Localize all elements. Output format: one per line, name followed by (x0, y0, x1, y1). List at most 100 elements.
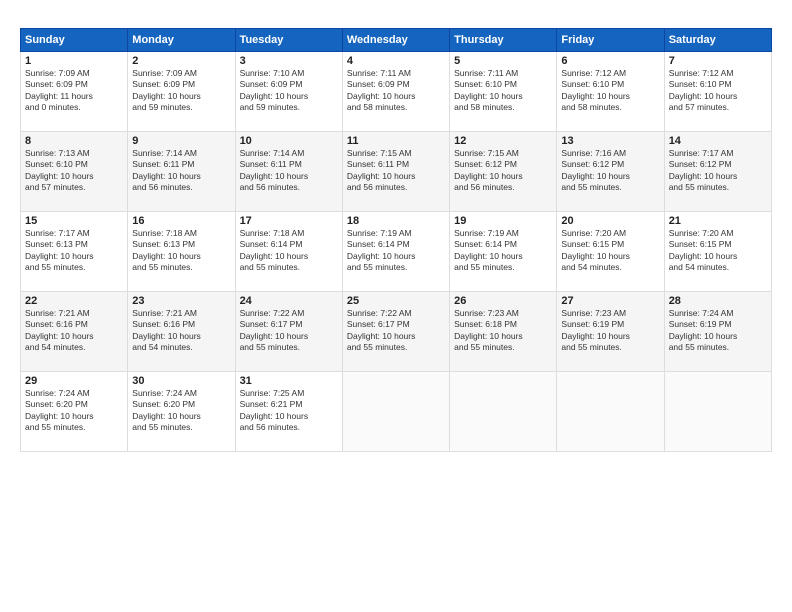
calendar-header-row: SundayMondayTuesdayWednesdayThursdayFrid… (21, 29, 772, 52)
calendar-cell: 13Sunrise: 7:16 AM Sunset: 6:12 PM Dayli… (557, 132, 664, 212)
day-info: Sunrise: 7:21 AM Sunset: 6:16 PM Dayligh… (132, 308, 230, 354)
calendar-cell (450, 372, 557, 452)
day-info: Sunrise: 7:13 AM Sunset: 6:10 PM Dayligh… (25, 148, 123, 194)
calendar-cell: 21Sunrise: 7:20 AM Sunset: 6:15 PM Dayli… (664, 212, 771, 292)
day-info: Sunrise: 7:21 AM Sunset: 6:16 PM Dayligh… (25, 308, 123, 354)
day-number: 16 (132, 215, 230, 227)
calendar-cell: 4Sunrise: 7:11 AM Sunset: 6:09 PM Daylig… (342, 52, 449, 132)
day-info: Sunrise: 7:17 AM Sunset: 6:12 PM Dayligh… (669, 148, 767, 194)
day-number: 21 (669, 215, 767, 227)
day-info: Sunrise: 7:14 AM Sunset: 6:11 PM Dayligh… (240, 148, 338, 194)
day-info: Sunrise: 7:11 AM Sunset: 6:10 PM Dayligh… (454, 68, 552, 114)
col-header-sunday: Sunday (21, 29, 128, 52)
calendar-cell (557, 372, 664, 452)
calendar-cell: 29Sunrise: 7:24 AM Sunset: 6:20 PM Dayli… (21, 372, 128, 452)
day-number: 25 (347, 295, 445, 307)
calendar-cell: 7Sunrise: 7:12 AM Sunset: 6:10 PM Daylig… (664, 52, 771, 132)
day-number: 26 (454, 295, 552, 307)
day-number: 29 (25, 375, 123, 387)
day-number: 19 (454, 215, 552, 227)
day-number: 28 (669, 295, 767, 307)
day-number: 30 (132, 375, 230, 387)
day-info: Sunrise: 7:22 AM Sunset: 6:17 PM Dayligh… (240, 308, 338, 354)
day-info: Sunrise: 7:23 AM Sunset: 6:18 PM Dayligh… (454, 308, 552, 354)
day-number: 17 (240, 215, 338, 227)
day-number: 27 (561, 295, 659, 307)
day-number: 6 (561, 55, 659, 67)
calendar-table: SundayMondayTuesdayWednesdayThursdayFrid… (20, 28, 772, 452)
calendar-cell: 25Sunrise: 7:22 AM Sunset: 6:17 PM Dayli… (342, 292, 449, 372)
calendar-cell: 11Sunrise: 7:15 AM Sunset: 6:11 PM Dayli… (342, 132, 449, 212)
day-info: Sunrise: 7:24 AM Sunset: 6:19 PM Dayligh… (669, 308, 767, 354)
day-info: Sunrise: 7:19 AM Sunset: 6:14 PM Dayligh… (347, 228, 445, 274)
calendar-cell: 6Sunrise: 7:12 AM Sunset: 6:10 PM Daylig… (557, 52, 664, 132)
day-info: Sunrise: 7:18 AM Sunset: 6:14 PM Dayligh… (240, 228, 338, 274)
calendar-cell: 12Sunrise: 7:15 AM Sunset: 6:12 PM Dayli… (450, 132, 557, 212)
day-info: Sunrise: 7:23 AM Sunset: 6:19 PM Dayligh… (561, 308, 659, 354)
day-number: 1 (25, 55, 123, 67)
calendar-cell: 16Sunrise: 7:18 AM Sunset: 6:13 PM Dayli… (128, 212, 235, 292)
calendar-cell: 18Sunrise: 7:19 AM Sunset: 6:14 PM Dayli… (342, 212, 449, 292)
day-info: Sunrise: 7:16 AM Sunset: 6:12 PM Dayligh… (561, 148, 659, 194)
calendar-cell: 8Sunrise: 7:13 AM Sunset: 6:10 PM Daylig… (21, 132, 128, 212)
day-number: 20 (561, 215, 659, 227)
day-number: 5 (454, 55, 552, 67)
day-number: 15 (25, 215, 123, 227)
calendar-cell (664, 372, 771, 452)
calendar-cell: 14Sunrise: 7:17 AM Sunset: 6:12 PM Dayli… (664, 132, 771, 212)
day-number: 4 (347, 55, 445, 67)
day-number: 12 (454, 135, 552, 147)
calendar-cell: 23Sunrise: 7:21 AM Sunset: 6:16 PM Dayli… (128, 292, 235, 372)
day-number: 3 (240, 55, 338, 67)
calendar-cell: 26Sunrise: 7:23 AM Sunset: 6:18 PM Dayli… (450, 292, 557, 372)
calendar-cell: 15Sunrise: 7:17 AM Sunset: 6:13 PM Dayli… (21, 212, 128, 292)
day-info: Sunrise: 7:24 AM Sunset: 6:20 PM Dayligh… (25, 388, 123, 434)
day-number: 7 (669, 55, 767, 67)
day-number: 2 (132, 55, 230, 67)
calendar-cell: 17Sunrise: 7:18 AM Sunset: 6:14 PM Dayli… (235, 212, 342, 292)
day-number: 23 (132, 295, 230, 307)
day-number: 11 (347, 135, 445, 147)
col-header-friday: Friday (557, 29, 664, 52)
calendar-week-5: 29Sunrise: 7:24 AM Sunset: 6:20 PM Dayli… (21, 372, 772, 452)
day-info: Sunrise: 7:11 AM Sunset: 6:09 PM Dayligh… (347, 68, 445, 114)
calendar-cell: 30Sunrise: 7:24 AM Sunset: 6:20 PM Dayli… (128, 372, 235, 452)
calendar-cell: 2Sunrise: 7:09 AM Sunset: 6:09 PM Daylig… (128, 52, 235, 132)
day-info: Sunrise: 7:09 AM Sunset: 6:09 PM Dayligh… (25, 68, 123, 114)
calendar-cell: 24Sunrise: 7:22 AM Sunset: 6:17 PM Dayli… (235, 292, 342, 372)
calendar-cell: 19Sunrise: 7:19 AM Sunset: 6:14 PM Dayli… (450, 212, 557, 292)
day-info: Sunrise: 7:10 AM Sunset: 6:09 PM Dayligh… (240, 68, 338, 114)
day-number: 14 (669, 135, 767, 147)
day-info: Sunrise: 7:25 AM Sunset: 6:21 PM Dayligh… (240, 388, 338, 434)
col-header-tuesday: Tuesday (235, 29, 342, 52)
calendar-cell: 22Sunrise: 7:21 AM Sunset: 6:16 PM Dayli… (21, 292, 128, 372)
day-info: Sunrise: 7:20 AM Sunset: 6:15 PM Dayligh… (561, 228, 659, 274)
day-number: 8 (25, 135, 123, 147)
day-number: 9 (132, 135, 230, 147)
day-info: Sunrise: 7:12 AM Sunset: 6:10 PM Dayligh… (561, 68, 659, 114)
col-header-monday: Monday (128, 29, 235, 52)
page: General Blue SundayMondayTuesdayWednesda… (0, 0, 792, 612)
day-number: 13 (561, 135, 659, 147)
col-header-saturday: Saturday (664, 29, 771, 52)
day-info: Sunrise: 7:19 AM Sunset: 6:14 PM Dayligh… (454, 228, 552, 274)
calendar-cell: 31Sunrise: 7:25 AM Sunset: 6:21 PM Dayli… (235, 372, 342, 452)
day-number: 24 (240, 295, 338, 307)
day-info: Sunrise: 7:12 AM Sunset: 6:10 PM Dayligh… (669, 68, 767, 114)
calendar-week-4: 22Sunrise: 7:21 AM Sunset: 6:16 PM Dayli… (21, 292, 772, 372)
calendar-cell (342, 372, 449, 452)
day-number: 31 (240, 375, 338, 387)
calendar-cell: 10Sunrise: 7:14 AM Sunset: 6:11 PM Dayli… (235, 132, 342, 212)
col-header-thursday: Thursday (450, 29, 557, 52)
day-info: Sunrise: 7:15 AM Sunset: 6:11 PM Dayligh… (347, 148, 445, 194)
calendar-cell: 27Sunrise: 7:23 AM Sunset: 6:19 PM Dayli… (557, 292, 664, 372)
day-info: Sunrise: 7:14 AM Sunset: 6:11 PM Dayligh… (132, 148, 230, 194)
day-number: 10 (240, 135, 338, 147)
day-info: Sunrise: 7:09 AM Sunset: 6:09 PM Dayligh… (132, 68, 230, 114)
calendar-cell: 1Sunrise: 7:09 AM Sunset: 6:09 PM Daylig… (21, 52, 128, 132)
col-header-wednesday: Wednesday (342, 29, 449, 52)
day-number: 22 (25, 295, 123, 307)
calendar-week-3: 15Sunrise: 7:17 AM Sunset: 6:13 PM Dayli… (21, 212, 772, 292)
day-number: 18 (347, 215, 445, 227)
calendar-cell: 5Sunrise: 7:11 AM Sunset: 6:10 PM Daylig… (450, 52, 557, 132)
